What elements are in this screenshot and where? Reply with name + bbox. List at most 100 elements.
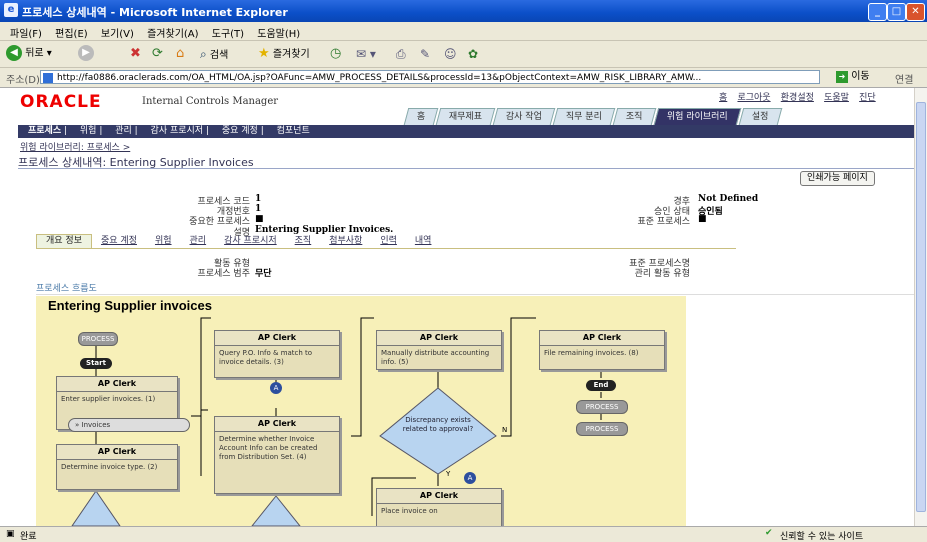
field-value-process-category: 무단 bbox=[255, 269, 272, 279]
field-value-significant-process: ■ bbox=[255, 214, 264, 224]
flow-step-box: AP Clerk Determine whether Invoice Accou… bbox=[214, 416, 340, 494]
trusted-zone-icon: ✔ bbox=[765, 528, 773, 538]
subnav-control[interactable]: 관리 bbox=[115, 126, 132, 136]
link-help[interactable]: 도움말 bbox=[824, 93, 849, 103]
security-zone-text: 신뢰할 수 있는 사이트 bbox=[780, 532, 864, 542]
sub-navigation: 프로세스 | 위험 | 관리 | 감사 프로시저 | 중요 계정 | 컴포넌트 bbox=[18, 125, 914, 138]
field-value-revision: 1 bbox=[255, 204, 262, 214]
window-title: 프로세스 상세내역 - Microsoft Internet Explorer bbox=[22, 6, 288, 19]
product-name: Internal Controls Manager bbox=[142, 96, 279, 107]
menu-edit[interactable]: 편집(E) bbox=[55, 25, 88, 40]
stop-icon[interactable]: ✖ bbox=[130, 45, 141, 63]
tab-segregation-of-duties[interactable]: 직무 분리 bbox=[553, 108, 616, 125]
close-button[interactable]: ✕ bbox=[906, 3, 925, 21]
field-value-standard-process: ■ bbox=[698, 214, 707, 224]
decision-diamond-partial bbox=[71, 490, 121, 526]
tab-organization[interactable]: 조직 bbox=[613, 108, 657, 125]
global-links: 홈 로그아웃 환경설정 도움말 진단 bbox=[712, 90, 876, 103]
maximize-button[interactable]: □ bbox=[887, 3, 906, 21]
field-label-control-activity-type: 관리 활동 유형 bbox=[634, 269, 690, 279]
page-icon bbox=[43, 73, 53, 83]
status-bar: ▣ 완료 ✔ 신뢰할 수 있는 사이트 bbox=[0, 526, 927, 542]
subtab-controls[interactable]: 관리 bbox=[181, 235, 216, 248]
subnav-audit-procedure[interactable]: 감사 프로시저 bbox=[151, 126, 204, 136]
subtab-overview[interactable]: 개요 정보 bbox=[36, 234, 92, 248]
breadcrumb[interactable]: 위험 라이브러리: 프로세스 > bbox=[20, 140, 130, 153]
search-icon: ⌕ bbox=[200, 47, 207, 61]
flow-step-box: AP Clerk Query P.O. Info & match to invo… bbox=[214, 330, 340, 378]
search-button[interactable]: ⌕ 검색 bbox=[200, 45, 228, 63]
edit-icon[interactable]: ✎ bbox=[420, 45, 430, 63]
history-icon[interactable]: ◷ bbox=[330, 45, 341, 63]
scrollbar-thumb[interactable] bbox=[916, 102, 926, 512]
link-preferences[interactable]: 환경설정 bbox=[781, 93, 814, 103]
tab-audit-work[interactable]: 감사 작업 bbox=[493, 108, 556, 125]
menu-view[interactable]: 보기(V) bbox=[101, 25, 134, 40]
vertical-scrollbar[interactable] bbox=[914, 88, 927, 526]
go-arrow-icon: ➜ bbox=[836, 71, 848, 83]
menu-favorites[interactable]: 즐겨찾기(A) bbox=[147, 25, 198, 40]
go-button[interactable]: ➜ 이동 bbox=[836, 70, 870, 84]
subtab-people[interactable]: 인력 bbox=[371, 235, 406, 248]
tab-risk-library[interactable]: 위험 라이브러리 bbox=[653, 108, 742, 125]
print-icon[interactable]: ⎙ bbox=[396, 45, 406, 63]
subtab-organizations[interactable]: 조직 bbox=[286, 235, 321, 248]
address-input[interactable]: http://fa0886.oraclerads.com/OA_HTML/OA.… bbox=[40, 70, 820, 84]
forward-button[interactable]: ▶ bbox=[78, 45, 94, 63]
process-flow-diagram: Entering Supplier invoices PROCESS Start… bbox=[36, 296, 686, 526]
subtab-audit-procedures[interactable]: 감사 프로시저 bbox=[215, 235, 286, 248]
subnav-process[interactable]: 프로세스 bbox=[28, 126, 61, 136]
process-node: PROCESS bbox=[576, 422, 628, 436]
subtab-risks[interactable]: 위험 bbox=[146, 235, 181, 248]
subnav-risk[interactable]: 위험 bbox=[80, 126, 97, 136]
link-home[interactable]: 홈 bbox=[719, 93, 727, 103]
favorites-button[interactable]: ★ 즐겨찾기 bbox=[258, 45, 310, 63]
end-node: End bbox=[586, 380, 616, 391]
printable-page-button[interactable]: 인쇄가능 페이지 bbox=[800, 171, 875, 186]
page-viewport: ORACLE Internal Controls Manager 홈 로그아웃 … bbox=[0, 88, 914, 526]
menu-help[interactable]: 도움말(H) bbox=[257, 25, 300, 40]
flow-step-box: AP Clerk Place invoice on bbox=[376, 488, 502, 526]
minimize-button[interactable]: _ bbox=[868, 3, 887, 21]
flow-step-box: AP Clerk File remaining invoices. (8) bbox=[539, 330, 665, 370]
subnav-component[interactable]: 컴포넌트 bbox=[277, 126, 310, 136]
menu-tools[interactable]: 도구(T) bbox=[212, 25, 244, 40]
oracle-logo: ORACLE bbox=[20, 92, 102, 112]
flow-step-box: AP Clerk Determine invoice type. (2) bbox=[56, 444, 178, 490]
mail-icon[interactable]: ✉ ▾ bbox=[356, 45, 376, 63]
subtab-attachments[interactable]: 첨부사항 bbox=[320, 235, 371, 248]
address-label: 주소(D) bbox=[6, 75, 40, 86]
window-title-bar: e 프로세스 상세내역 - Microsoft Internet Explore… bbox=[0, 0, 927, 22]
home-icon[interactable]: ⌂ bbox=[176, 45, 184, 63]
connector-marker: A bbox=[270, 382, 282, 394]
link-diagnostics[interactable]: 진단 bbox=[859, 93, 876, 103]
star-icon: ★ bbox=[258, 46, 270, 61]
detail-subtabs: 개요 정보 중요 계정 위험 관리 감사 프로시저 조직 첨부사항 인력 내역 bbox=[36, 234, 736, 249]
field-label-standard-process: 표준 프로세스 bbox=[637, 217, 690, 227]
tab-financial-statements[interactable]: 재무제표 bbox=[436, 108, 496, 125]
main-tabs: 홈 재무제표 감사 작업 직무 분리 조직 위험 라이브러리 설정 bbox=[403, 108, 782, 125]
field-value-type: Not Defined bbox=[698, 194, 759, 204]
subtab-significant-accounts[interactable]: 중요 계정 bbox=[92, 235, 146, 248]
process-flow-label: 프로세스 흐름도 bbox=[36, 284, 97, 294]
subnav-significant-account[interactable]: 중요 계정 bbox=[222, 126, 258, 136]
decision-yes-label: Y bbox=[446, 470, 451, 478]
link-logout[interactable]: 로그아웃 bbox=[737, 93, 770, 103]
menu-file[interactable]: 파일(F) bbox=[10, 25, 42, 40]
status-page-icon: ▣ bbox=[6, 529, 15, 539]
toolbar: ◀ 뒤로 ▾ ▶ ✖ ⟳ ⌂ ⌕ 검색 ★ 즐겨찾기 ◷ ✉ ▾ ⎙ ✎ ☺ ✿ bbox=[0, 41, 927, 68]
decision-diamond-partial bbox=[251, 495, 301, 526]
subtab-history[interactable]: 내역 bbox=[406, 235, 441, 248]
tab-home[interactable]: 홈 bbox=[403, 108, 439, 125]
discuss-icon[interactable]: ☺ bbox=[444, 45, 457, 63]
menu-bar: 파일(F) 편집(E) 보기(V) 즐겨찾기(A) 도구(T) 도움말(H) bbox=[0, 22, 927, 41]
field-value-process-code: 1 bbox=[255, 194, 262, 204]
address-bar: 주소(D) http://fa0886.oraclerads.com/OA_HT… bbox=[0, 68, 927, 88]
links-button[interactable]: 연결 bbox=[895, 71, 913, 86]
refresh-icon[interactable]: ⟳ bbox=[152, 45, 163, 63]
back-button[interactable]: ◀ 뒤로 ▾ bbox=[6, 45, 52, 63]
messenger-icon[interactable]: ✿ bbox=[468, 45, 478, 63]
tab-setup[interactable]: 설정 bbox=[738, 108, 782, 125]
connector-marker: A bbox=[464, 472, 476, 484]
back-arrow-icon: ◀ bbox=[6, 45, 22, 61]
